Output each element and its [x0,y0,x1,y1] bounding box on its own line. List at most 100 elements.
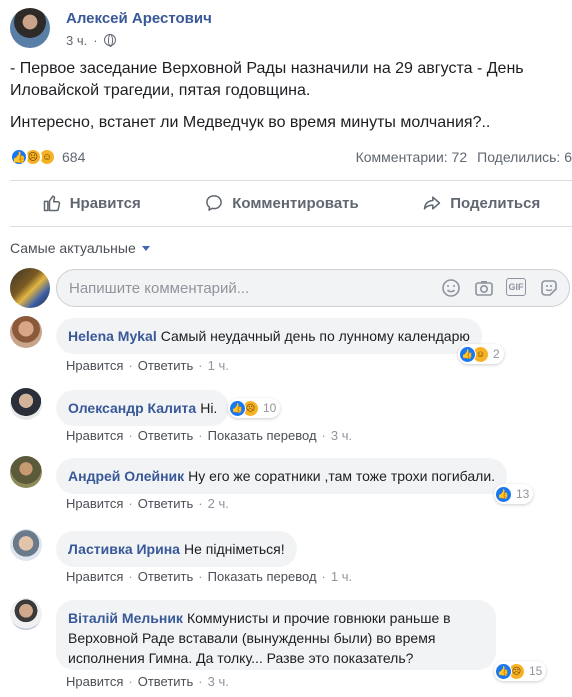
comment-bubble: Олександр Калита Ні. [56,390,230,426]
show-translation-link[interactable]: Показать перевод [208,428,317,443]
comment-time[interactable]: 3 ч. [208,674,229,689]
comment-time[interactable]: 1 ч. [208,358,229,373]
share-button[interactable]: Поделиться [422,193,540,213]
comment-actions: Нравится · Ответить · 1 ч. [66,358,229,373]
comment-bubble: Андрей Олейник Ну его же соратники ,там т… [56,458,508,494]
separator: · [198,358,203,373]
shares-count[interactable]: Поделились: 6 [477,149,572,165]
comment-bubble: Віталій Мельник Коммунисты и прочие говню… [56,600,496,670]
comment-reply-link[interactable]: Ответить [138,496,194,511]
comment-text: Самый неудачный день по лунному календар… [160,328,470,344]
comment-reactions[interactable]: 👍 13 [494,484,534,504]
comment-reaction-count: 15 [529,664,543,678]
post-stats-bar: 👍 ☹ ☺ 684 Комментарии: 72 Поделились: 6 [10,146,572,168]
sticker-icon[interactable] [538,278,559,299]
comment-reply-link[interactable]: Ответить [138,674,194,689]
comment-like-link[interactable]: Нравится [66,569,123,584]
commenter-avatar[interactable] [10,316,42,348]
divider [10,180,572,181]
like-button-label: Нравится [69,194,141,212]
comment-button-label: Комментировать [232,194,359,212]
commenter-name[interactable]: Андрей Олейник [68,468,184,484]
comment-button[interactable]: Комментировать [204,193,359,213]
commenter-name[interactable]: Ластивка Ирина [68,541,180,557]
comment-input[interactable] [69,279,440,297]
show-translation-link[interactable]: Показать перевод [208,569,317,584]
comment-time[interactable]: 1 ч. [331,569,352,584]
comment-input-box[interactable]: GIF [56,269,570,307]
speech-bubble-icon [206,195,223,211]
post-stats: Комментарии: 72 Поделились: 6 [356,149,572,165]
emoji-icon[interactable] [440,278,461,299]
comment-bubble: Ластивка Ирина Не підніметься! [56,531,297,567]
comment-text: Ну его же соратники ,там тоже трохи поги… [188,468,496,484]
like-reaction-icon: 👍 [10,148,28,166]
comment-like-link[interactable]: Нравится [66,496,123,511]
like-reaction-icon: 👍 [495,485,512,503]
comment-reply-link[interactable]: Ответить [138,358,194,373]
post-body: - Первое заседание Верховной Рады назнач… [10,58,565,144]
comment-actions: Нравится · Ответить · Показать перевод ·… [66,428,352,443]
author-block: Алексей Арестович 3 ч. · [66,9,212,48]
comment-time[interactable]: 2 ч. [208,496,229,511]
comment-composer: GIF [10,268,572,308]
separator: · [198,428,203,443]
current-user-avatar [10,268,50,308]
comment-reactions[interactable]: 👍 ☺ 2 [458,344,504,364]
gif-icon-text: GIF [508,281,524,292]
commenter-avatar[interactable] [10,598,42,630]
comment-like-link[interactable]: Нравится [66,428,123,443]
sort-label: Самые актуальные [10,240,136,256]
post-header: Алексей Арестович 3 ч. · [10,4,212,52]
comment-text: Ні. [200,400,218,416]
commenter-name[interactable]: Віталій Мельник [68,610,183,626]
composer-icons: GIF [440,277,559,299]
share-arrow-icon [423,196,441,210]
comment-reactions[interactable]: 👍 ☹ 15 [494,661,547,681]
comment-reply-link[interactable]: Ответить [138,428,194,443]
comment-time[interactable]: 3 ч. [331,428,352,443]
reaction-icons[interactable]: 👍 ☹ ☺ [10,148,56,166]
separator: · [128,496,133,511]
separator: · [128,358,133,373]
camera-icon[interactable] [473,278,494,299]
comment-reaction-count: 2 [493,347,500,361]
like-reaction-icon: 👍 [495,662,512,680]
comments-count[interactable]: Комментарии: 72 [356,149,468,165]
divider [10,226,572,227]
globe-icon[interactable] [103,34,116,47]
meta-separator: · [93,32,98,48]
comment-actions: Нравится · Ответить · Показать перевод ·… [66,569,352,584]
separator: · [128,674,133,689]
comment-reply-link[interactable]: Ответить [138,569,194,584]
caret-down-icon [141,245,150,251]
post-actions: Нравится Комментировать Поделиться [10,185,572,221]
comment-like-link[interactable]: Нравится [66,674,123,689]
commenter-avatar[interactable] [10,388,42,420]
author-name[interactable]: Алексей Арестович [66,9,212,29]
comment-bubble: Helena Mykal Самый неудачный день по лунн… [56,318,482,354]
commenter-avatar[interactable] [10,456,42,488]
comment-actions: Нравится · Ответить · 3 ч. [66,674,229,689]
comment-actions: Нравится · Ответить · 2 ч. [66,496,229,511]
commenter-name[interactable]: Helena Mykal [68,328,157,344]
comment-reactions[interactable]: 👍 ☹ 10 [228,398,281,418]
separator: · [198,496,203,511]
reactions-count[interactable]: 684 [62,149,85,165]
commenter-avatar[interactable] [10,529,42,561]
comment-sort-dropdown[interactable]: Самые актуальные [10,240,150,256]
comment-like-link[interactable]: Нравится [66,358,123,373]
comment-text: Не підніметься! [183,541,285,557]
commenter-name[interactable]: Олександр Калита [68,400,196,416]
like-button[interactable]: Нравится [42,193,141,213]
post-time[interactable]: 3 ч. [66,33,87,48]
separator: · [128,428,133,443]
comment-reaction-count: 13 [516,487,530,501]
comment-reaction-count: 10 [263,401,277,415]
author-avatar[interactable] [10,8,50,48]
post-meta: 3 ч. · [66,33,212,48]
share-button-label: Поделиться [450,194,541,212]
post-paragraph: Интересно, встанет ли Медведчук во время… [10,114,491,131]
gif-icon[interactable]: GIF [506,277,526,296]
separator: · [198,569,203,584]
